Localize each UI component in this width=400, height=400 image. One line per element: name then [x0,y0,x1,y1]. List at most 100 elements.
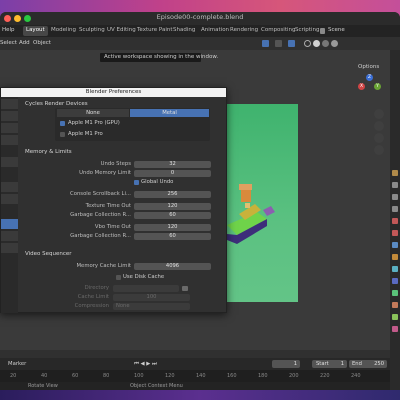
shading-mode-icon[interactable] [262,40,269,47]
scene-tab-icon[interactable] [392,218,398,224]
camera-view-icon[interactable] [374,133,384,143]
playback-controls-icon[interactable]: ⏮ ◀ ▶ ⏭ [134,361,157,368]
sidebar-item[interactable] [1,157,18,167]
end-label: End [352,361,362,367]
material-icon[interactable] [322,40,329,47]
world-tab-icon[interactable] [392,230,398,236]
sidebar-item[interactable] [1,231,18,241]
view-layer-tab-icon[interactable] [392,206,398,212]
status-bar: Rotate View Object Context Menu [0,382,390,390]
tab-scripting[interactable]: Scripting [292,26,322,36]
tab-metal[interactable]: Metal [130,109,209,117]
memory-heading[interactable]: Memory & Limits [25,149,72,155]
console-scrollback-label: Console Scrollback Li... [70,191,131,197]
output-tab-icon[interactable] [392,194,398,200]
modifier-tab-icon[interactable] [392,266,398,272]
physics-tab-icon[interactable] [392,290,398,296]
undo-steps-field[interactable]: 32 [134,161,211,168]
cycles-heading[interactable]: Cycles Render Devices [25,101,88,107]
tab-none[interactable]: None [57,109,129,117]
timeline-header: Marker ⏮ ◀ ▶ ⏭ 1 Start 1 End 250 [0,358,390,370]
sidebar-item[interactable] [1,194,18,204]
start-label: Start [316,361,329,367]
constraints-tab-icon[interactable] [392,302,398,308]
object-tab-icon[interactable] [392,254,398,260]
cpu-device-label: Apple M1 Pro [68,131,103,137]
scene-selector[interactable]: Scene [328,27,345,33]
texture-timeout-field[interactable]: 120 [134,203,211,210]
options-menu[interactable]: Options [358,64,379,70]
marker-menu[interactable]: Marker [8,361,26,367]
blender-window: Episode00-complete.blend Help Layout Mode… [0,12,400,390]
current-frame-field[interactable]: 1 [272,360,300,368]
disk-cache-label: Use Disk Cache [123,274,165,280]
preferences-dialog: Blender Preferences Cycles Render Device… [0,87,227,313]
compression-field: None [113,303,190,310]
gpu-device-label: Apple M1 Pro (GPU) [68,120,120,126]
ruler-tick: 240 [351,373,361,379]
tab-sculpting[interactable]: Sculpting [76,26,108,36]
desktop-wallpaper-bottom [0,390,400,400]
sidebar-item-system[interactable] [1,219,18,229]
sidebar-item[interactable] [1,111,18,121]
object-menu[interactable]: Object [33,40,51,46]
tab-shading[interactable]: Shading [170,26,198,36]
camera-render-preview [227,104,298,302]
ruler-tick: 100 [134,373,144,379]
preferences-title: Blender Preferences [1,88,226,97]
directory-label: Directory [84,285,109,291]
data-tab-icon[interactable] [392,314,398,320]
diorama-graphic [227,184,275,244]
overlay-icon[interactable] [275,40,282,47]
ruler-tick: 200 [289,373,299,379]
sidebar-item[interactable] [1,135,18,145]
end-frame-field[interactable]: End 250 [349,360,387,368]
particles-tab-icon[interactable] [392,278,398,284]
xray-icon[interactable] [288,40,295,47]
help-menu[interactable]: Help [2,27,15,33]
hand-pan-icon[interactable] [374,121,384,131]
gpu-device-checkbox[interactable] [60,121,65,126]
zoom-view-icon[interactable] [374,109,384,119]
select-menu[interactable]: Select [0,40,17,46]
texture-gc-field[interactable]: 60 [134,212,211,219]
solid-icon[interactable] [313,40,320,47]
render-tab-icon[interactable] [392,182,398,188]
sidebar-item[interactable] [1,99,18,109]
gizmo-y-axis[interactable]: Y [374,83,381,90]
disk-cache-checkbox[interactable] [116,275,121,280]
add-menu[interactable]: Add [19,40,30,46]
cpu-device-checkbox[interactable] [60,132,65,137]
tab-rendering[interactable]: Rendering [227,26,261,36]
disk-cache-limit-field: 100 [113,294,190,301]
global-undo-checkbox[interactable] [134,180,139,185]
compression-label: Compression [74,303,109,309]
sidebar-item[interactable] [1,123,18,133]
vbo-timeout-field[interactable]: 120 [134,224,211,231]
gizmo-z-axis[interactable]: Z [366,74,373,81]
window-titlebar: Episode00-complete.blend [0,12,400,25]
sidebar-item[interactable] [1,182,18,192]
tab-modeling[interactable]: Modeling [48,26,79,36]
memory-cache-field[interactable]: 4096 [134,263,211,270]
collection-tab-icon[interactable] [392,242,398,248]
tool-tab-icon[interactable] [392,170,398,176]
grid-view-icon[interactable] [374,145,384,155]
directory-field [113,285,179,292]
cycles-device-box: None Metal Apple M1 Pro (GPU) Apple M1 P… [55,108,210,141]
gizmo-x-axis[interactable]: X [358,83,365,90]
rendered-icon[interactable] [331,40,338,47]
material-tab-icon[interactable] [392,326,398,332]
start-frame-field[interactable]: Start 1 [312,360,347,368]
sidebar-item[interactable] [1,243,18,253]
start-value: 1 [340,361,344,367]
video-heading[interactable]: Video Sequencer [25,251,72,257]
global-undo-label: Global Undo [141,179,174,185]
tab-layout[interactable]: Layout [23,26,48,36]
undo-memory-field[interactable]: 0 [134,170,211,177]
console-scrollback-field[interactable]: 256 [134,191,211,198]
wireframe-icon[interactable] [304,40,311,47]
vbo-gc-field[interactable]: 60 [134,233,211,240]
timeline-ruler[interactable]: 20 40 60 80 100 120 140 160 180 200 220 240 [0,370,390,382]
ruler-tick: 180 [258,373,268,379]
